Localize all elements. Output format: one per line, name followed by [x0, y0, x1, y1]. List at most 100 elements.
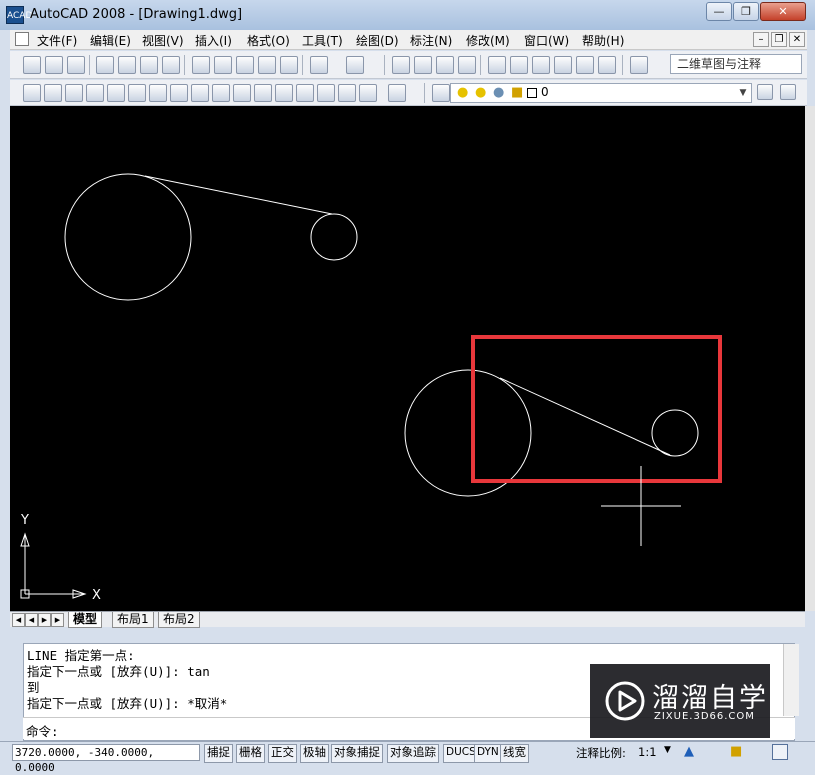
properties-icon[interactable]: [488, 56, 506, 74]
plot-preview-icon[interactable]: [118, 56, 136, 74]
match-properties-icon[interactable]: [258, 56, 276, 74]
3d-dwf-icon[interactable]: [162, 56, 180, 74]
small-circle-1[interactable]: [310, 213, 358, 261]
explode-icon[interactable]: [359, 84, 377, 102]
block-editor-icon[interactable]: [280, 56, 298, 74]
publish-icon[interactable]: [140, 56, 158, 74]
erase-icon[interactable]: [23, 84, 41, 102]
rotate-icon[interactable]: [149, 84, 167, 102]
small-circle-2[interactable]: [651, 409, 699, 457]
trim-icon[interactable]: [212, 84, 230, 102]
layer-previous-icon[interactable]: [780, 84, 796, 100]
menu-dimension[interactable]: 标注(N): [410, 32, 452, 49]
fillet-icon[interactable]: [338, 84, 356, 102]
workspace-select[interactable]: 二维草图与注释: [670, 54, 802, 74]
menu-tools[interactable]: 工具(T): [302, 32, 343, 49]
command-scrollbar[interactable]: [783, 644, 799, 716]
large-circle-1[interactable]: [64, 173, 192, 301]
undo-icon[interactable]: [310, 56, 328, 74]
close-button[interactable]: ✕: [760, 2, 806, 21]
layer-select[interactable]: ● ● ● ■ 0 ▼: [450, 83, 752, 103]
otrack-toggle[interactable]: 对象追踪: [387, 744, 439, 763]
tab-layout1[interactable]: 布局1: [112, 612, 154, 628]
break-icon[interactable]: [275, 84, 293, 102]
ortho-toggle[interactable]: 正交: [268, 744, 297, 763]
menu-file[interactable]: 文件(F): [37, 32, 77, 49]
design-center-icon[interactable]: [510, 56, 528, 74]
tab-last-icon[interactable]: ▶: [51, 613, 64, 627]
clean-screen-icon[interactable]: [772, 744, 788, 760]
drawing-canvas[interactable]: Y X: [10, 106, 805, 611]
doc-restore-button[interactable]: ❐: [771, 32, 787, 47]
cut-icon[interactable]: [192, 56, 210, 74]
array-icon[interactable]: [107, 84, 125, 102]
large-circle-2[interactable]: [404, 369, 532, 497]
sun-icon: ●: [475, 85, 487, 100]
break-at-point-icon[interactable]: [254, 84, 272, 102]
menu-format[interactable]: 格式(O): [247, 32, 290, 49]
canvas-vertical-scrollbar[interactable]: [805, 106, 815, 611]
snap-toggle[interactable]: 捕捉: [204, 744, 233, 763]
annotation-scale-select[interactable]: 1:1: [638, 745, 657, 759]
stretch-icon[interactable]: [191, 84, 209, 102]
lineweight-toggle[interactable]: 线宽: [500, 744, 529, 763]
new-file-icon[interactable]: [23, 56, 41, 74]
zoom-window-icon[interactable]: [436, 56, 454, 74]
move-icon[interactable]: [128, 84, 146, 102]
menu-draw[interactable]: 绘图(D): [356, 32, 399, 49]
tab-next-icon[interactable]: ▶: [38, 613, 51, 627]
tool-palettes-icon[interactable]: [532, 56, 550, 74]
play-logo-icon: [605, 681, 645, 721]
open-file-icon[interactable]: [45, 56, 63, 74]
make-object-layer-current-icon[interactable]: [757, 84, 773, 100]
autocad-app-icon[interactable]: ACAD: [6, 6, 32, 24]
menu-insert[interactable]: 插入(I): [195, 32, 232, 49]
chamfer-icon[interactable]: [317, 84, 335, 102]
scale-icon[interactable]: [170, 84, 188, 102]
tab-model[interactable]: 模型: [68, 612, 103, 628]
copy-icon[interactable]: [214, 56, 232, 74]
restore-button[interactable]: ❐: [733, 2, 759, 21]
markup-icon[interactable]: [576, 56, 594, 74]
menu-view[interactable]: 视图(V): [142, 32, 184, 49]
paste-icon[interactable]: [236, 56, 254, 74]
polar-toggle[interactable]: 极轴: [300, 744, 329, 763]
tab-first-icon[interactable]: ◀: [12, 613, 25, 627]
pan-realtime-icon[interactable]: [392, 56, 410, 74]
calculator-icon[interactable]: [598, 56, 616, 74]
mirror-icon[interactable]: [65, 84, 83, 102]
coordinate-readout[interactable]: 3720.0000, -340.0000, 0.0000: [12, 744, 200, 774]
extend-icon[interactable]: [233, 84, 251, 102]
menu-window[interactable]: 窗口(W): [524, 32, 569, 49]
menu-modify[interactable]: 修改(M): [466, 32, 510, 49]
tab-layout2[interactable]: 布局2: [158, 612, 200, 628]
copy-object-icon[interactable]: [44, 84, 62, 102]
zoom-previous-icon[interactable]: [458, 56, 476, 74]
plot-icon[interactable]: [96, 56, 114, 74]
menu-help[interactable]: 帮助(H): [582, 32, 624, 49]
menu-edit[interactable]: 编辑(E): [90, 32, 131, 49]
dyn-toggle[interactable]: DYN: [474, 744, 502, 763]
help-icon[interactable]: [630, 56, 648, 74]
tangent-line-2[interactable]: [499, 377, 671, 456]
layer-manager-icon[interactable]: [432, 84, 450, 102]
minimize-button[interactable]: —: [706, 2, 732, 21]
doc-minimize-button[interactable]: –: [753, 32, 769, 47]
zoom-realtime-icon[interactable]: [414, 56, 432, 74]
annotation-visibility-icon[interactable]: ▲: [684, 744, 700, 760]
redo-icon[interactable]: [346, 56, 364, 74]
tab-prev-icon[interactable]: ◀: [25, 613, 38, 627]
osnap-toggle[interactable]: 对象捕捉: [331, 744, 383, 763]
chevron-down-icon[interactable]: ▼: [664, 745, 671, 755]
sheet-set-icon[interactable]: [554, 56, 572, 74]
chevron-down-icon[interactable]: ▼: [737, 86, 749, 100]
tangent-line-1[interactable]: [144, 175, 333, 215]
explode-icon-2[interactable]: [388, 84, 406, 102]
grid-toggle[interactable]: 栅格: [236, 744, 265, 763]
offset-icon[interactable]: [86, 84, 104, 102]
doc-close-button[interactable]: ✕: [789, 32, 805, 47]
tray-settings-icon[interactable]: ■: [730, 744, 746, 760]
document-icon[interactable]: [15, 32, 29, 46]
join-icon[interactable]: [296, 84, 314, 102]
save-icon[interactable]: [67, 56, 85, 74]
